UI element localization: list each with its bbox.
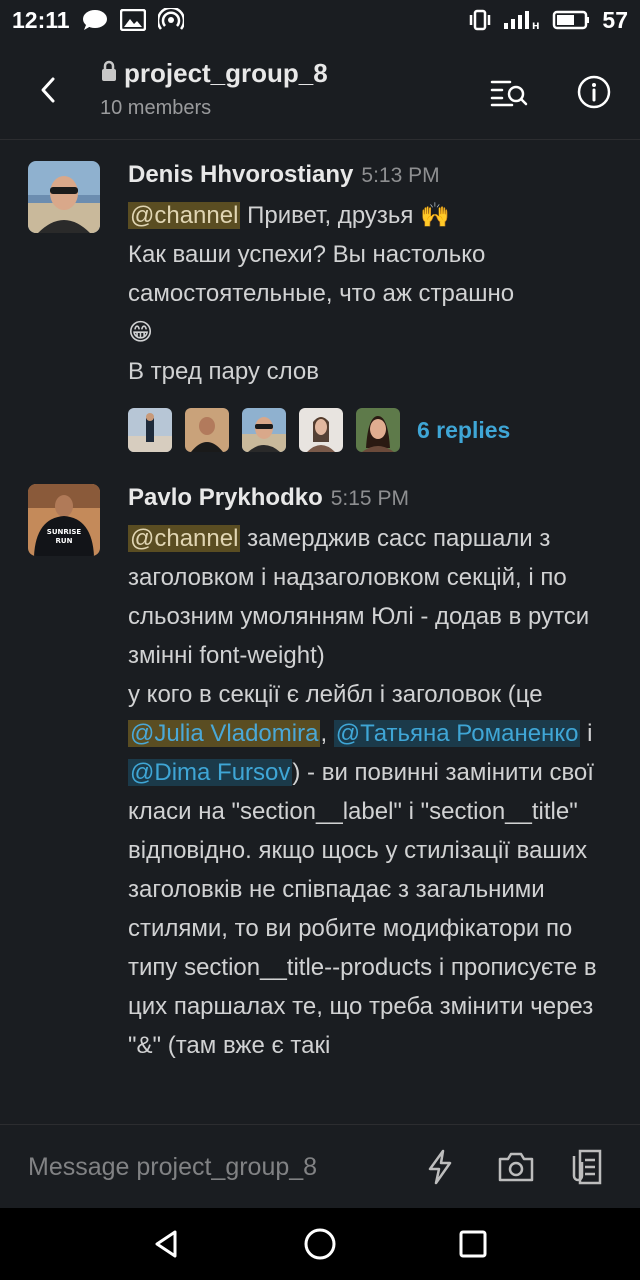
search-list-icon bbox=[490, 80, 528, 107]
svg-text:RUN: RUN bbox=[56, 537, 73, 545]
message-input[interactable] bbox=[28, 1151, 388, 1183]
attachment-button[interactable] bbox=[568, 1147, 608, 1187]
message-composer bbox=[0, 1124, 640, 1208]
signal-icon: H bbox=[502, 9, 542, 31]
triangle-back-icon bbox=[155, 1230, 177, 1258]
message-author[interactable]: Denis Hhvorostiany bbox=[128, 161, 353, 189]
channel-name: project_group_8 bbox=[124, 58, 328, 88]
circle-home-icon bbox=[304, 1228, 336, 1260]
lock-icon bbox=[100, 58, 118, 89]
chat-notification-icon bbox=[82, 9, 108, 31]
channel-mention[interactable]: @channel bbox=[128, 202, 241, 229]
search-in-channel-button[interactable] bbox=[484, 70, 534, 114]
shortcuts-button[interactable] bbox=[420, 1147, 460, 1187]
battery-icon bbox=[552, 9, 592, 31]
thread-summary[interactable]: 6 replies bbox=[128, 408, 620, 452]
info-icon bbox=[577, 75, 611, 109]
avatar[interactable]: SUNRISE RUN bbox=[28, 484, 100, 556]
lightning-icon bbox=[428, 1149, 452, 1185]
image-notification-icon bbox=[119, 9, 146, 31]
battery-level: 57 bbox=[602, 6, 628, 33]
status-time: 12:11 bbox=[12, 6, 70, 33]
avatar bbox=[299, 408, 343, 452]
back-button[interactable] bbox=[28, 70, 68, 110]
channel-mention[interactable]: @channel bbox=[128, 525, 241, 552]
camera-icon bbox=[498, 1152, 534, 1182]
avatar bbox=[128, 408, 172, 452]
message-text: @channel Привет, друзья 🙌 Как ваши успех… bbox=[128, 202, 515, 385]
user-mention[interactable]: @Julia Vladomira bbox=[128, 720, 321, 747]
user-mention[interactable]: @Татьяна Романенко bbox=[333, 720, 581, 747]
channel-title-area[interactable]: project_group_8 10 members bbox=[100, 58, 328, 120]
hotspot-icon bbox=[157, 8, 184, 32]
message-list[interactable]: Denis Hhvorostiany 5:13 PM @channel Прив… bbox=[0, 141, 640, 1124]
status-bar: 12:11 H 57 bbox=[0, 0, 640, 40]
user-mention[interactable]: @Dima Fursov bbox=[128, 759, 293, 786]
system-navigation-bar bbox=[0, 1208, 640, 1280]
svg-text:H: H bbox=[532, 22, 540, 31]
message-time: 5:15 PM bbox=[330, 487, 409, 510]
member-count: 10 members bbox=[100, 97, 212, 119]
nav-home-button[interactable] bbox=[296, 1220, 344, 1268]
thread-replies-link[interactable]: 6 replies bbox=[417, 417, 510, 444]
message-time: 5:13 PM bbox=[361, 164, 440, 187]
chevron-left-icon bbox=[41, 77, 55, 103]
svg-text:SUNRISE: SUNRISE bbox=[47, 528, 82, 536]
avatar bbox=[356, 408, 400, 452]
camera-button[interactable] bbox=[496, 1147, 536, 1187]
channel-info-button[interactable] bbox=[572, 70, 616, 114]
vibrate-icon bbox=[468, 9, 492, 31]
channel-header: project_group_8 10 members bbox=[0, 40, 640, 140]
avatar[interactable] bbox=[28, 161, 100, 233]
message-author[interactable]: Pavlo Prykhodko bbox=[128, 484, 323, 512]
nav-back-button[interactable] bbox=[143, 1220, 191, 1268]
file-attach-icon bbox=[572, 1149, 602, 1185]
avatar bbox=[242, 408, 286, 452]
nav-recents-button[interactable] bbox=[449, 1220, 497, 1268]
square-recents-icon bbox=[459, 1230, 487, 1258]
message-text: @channel замерджив сасс паршали з заголо… bbox=[128, 525, 597, 1059]
avatar bbox=[185, 408, 229, 452]
